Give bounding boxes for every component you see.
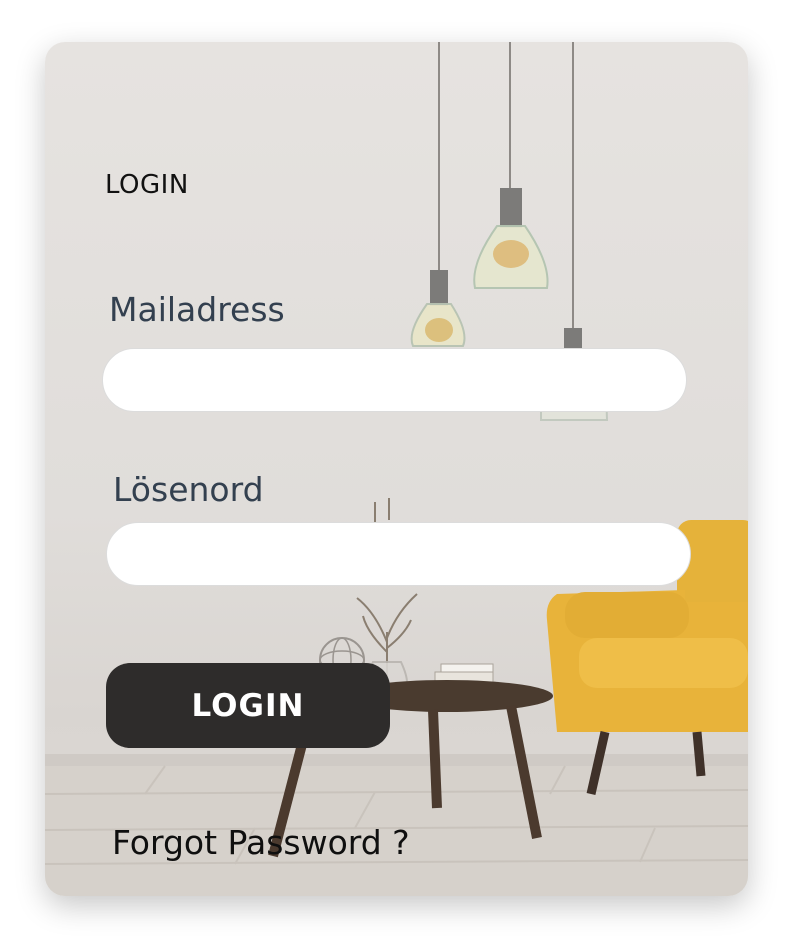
forgot-password-link[interactable]: Forgot Password ? — [112, 823, 410, 862]
login-button[interactable]: LOGIN — [106, 663, 390, 748]
password-field[interactable] — [106, 522, 691, 586]
email-label: Mailadress — [109, 290, 285, 329]
password-label: Lösenord — [113, 470, 264, 509]
page-title: LOGIN — [105, 170, 189, 200]
login-card: LOGIN Mailadress Lösenord LOGIN Forgot P… — [45, 42, 748, 896]
email-field[interactable] — [102, 348, 687, 412]
